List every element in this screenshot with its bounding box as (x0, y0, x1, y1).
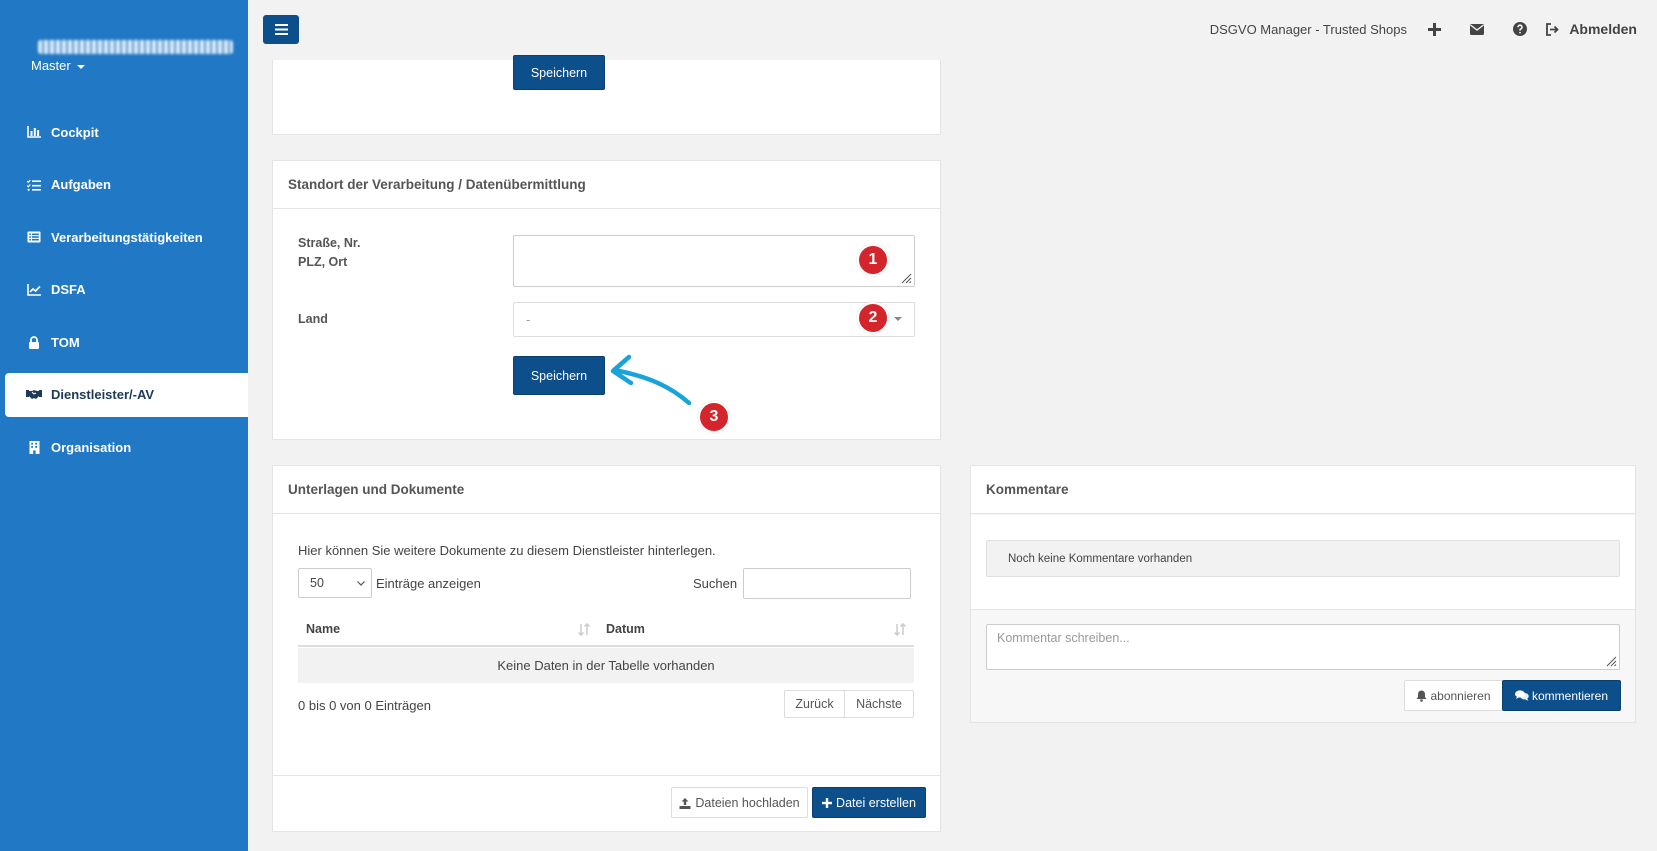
upload-files-button[interactable]: Dateien hochladen (671, 787, 808, 818)
table-info: 0 bis 0 von 0 Einträgen (298, 698, 431, 713)
save-button-top[interactable]: Speichern (513, 55, 605, 90)
bell-icon (1416, 690, 1427, 702)
chevron-down-icon (357, 581, 365, 586)
caret-down-icon (76, 64, 85, 69)
search-label: Suchen (693, 576, 738, 591)
comment-submit-button[interactable]: kommentieren (1502, 680, 1621, 711)
country-value: - (526, 312, 531, 327)
sidebar-item-label: Aufgaben (51, 177, 111, 192)
search-input[interactable] (743, 568, 911, 599)
menu-toggle-button[interactable] (263, 15, 299, 44)
no-comments-notice: Noch keine Kommentare vorhanden (986, 540, 1620, 577)
location-panel: Standort der Verarbeitung / Datenübermit… (272, 160, 941, 440)
sidebar: Master Cockpit Aufgaben Verarbeitungstät… (0, 0, 248, 851)
tasks-icon (26, 178, 42, 192)
comments-icon (1514, 690, 1529, 701)
upload-icon (679, 797, 691, 809)
resize-handle-icon[interactable] (1605, 655, 1617, 667)
divider (273, 775, 940, 776)
topbar: DSGVO Manager - Trusted Shops Abmelden (248, 0, 1657, 60)
sidebar-item-verarbeitungstaetigkeiten[interactable]: Verarbeitungstätigkeiten (0, 215, 248, 259)
address-textarea[interactable] (513, 235, 915, 287)
previous-form-panel: Speichern (272, 55, 941, 135)
documents-panel-title: Unterlagen und Dokumente (273, 466, 940, 514)
sidebar-item-label: Dienstleister/-AV (51, 387, 155, 402)
step-badge-3: 3 (698, 401, 730, 433)
sidebar-item-aufgaben[interactable]: Aufgaben (0, 163, 248, 207)
street-label: Straße, Nr. (298, 236, 361, 250)
chart-line-icon (26, 283, 42, 297)
save-location-button[interactable]: Speichern (513, 356, 605, 395)
documents-description: Hier können Sie weitere Dokumente zu die… (298, 543, 716, 558)
step-badge-1: 1 (857, 244, 889, 276)
sidebar-nav: Cockpit Aufgaben Verarbeitungstätigkeite… (0, 110, 248, 478)
subscribe-button[interactable]: abonnieren (1404, 680, 1503, 711)
page-size-value: 50 (310, 576, 324, 590)
master-label: Master (31, 58, 71, 73)
page-size-select[interactable]: 50 (298, 568, 372, 598)
location-panel-title: Standort der Verarbeitung / Datenübermit… (273, 161, 940, 209)
comments-panel-title: Kommentare (971, 466, 1635, 514)
list-alt-icon (26, 230, 42, 244)
column-name[interactable]: Name (306, 622, 340, 636)
table-header: Name Datum (298, 611, 914, 647)
country-label: Land (298, 312, 328, 326)
comment-placeholder: Kommentar schreiben... (997, 631, 1130, 645)
sign-out-icon (1546, 22, 1560, 36)
column-datum[interactable]: Datum (606, 622, 645, 636)
sidebar-item-label: DSFA (51, 282, 86, 297)
user-email-blurred (38, 40, 233, 54)
sidebar-item-label: Cockpit (51, 124, 99, 140)
caret-down-icon (894, 317, 902, 321)
step-badge-2: 2 (857, 302, 889, 334)
comment-label: kommentieren (1531, 688, 1609, 703)
resize-handle-icon[interactable] (900, 272, 912, 284)
sort-icon[interactable] (894, 623, 906, 636)
prev-page-button[interactable]: Zurück (784, 690, 845, 718)
sidebar-item-organisation[interactable]: Organisation (0, 425, 248, 469)
hamburger-icon (274, 24, 288, 35)
building-icon (26, 440, 42, 454)
create-file-button[interactable]: Datei erstellen (812, 787, 926, 818)
master-dropdown[interactable]: Master (31, 58, 85, 73)
logout-label: Abmelden (1569, 21, 1637, 37)
handshake-icon (26, 388, 42, 402)
lock-icon (26, 335, 42, 349)
sidebar-item-cockpit[interactable]: Cockpit (0, 110, 248, 154)
sidebar-item-label: Organisation (51, 439, 132, 455)
sidebar-item-dsfa[interactable]: DSFA (0, 268, 248, 312)
plus-icon[interactable] (1425, 20, 1443, 38)
upload-label: Dateien hochladen (695, 795, 800, 810)
chart-bar-icon (26, 125, 42, 139)
envelope-icon[interactable] (1468, 20, 1486, 38)
next-page-button[interactable]: Nächste (844, 690, 914, 718)
documents-panel: Unterlagen und Dokumente Hier können Sie… (272, 465, 941, 832)
show-entries-label: Einträge anzeigen (376, 576, 481, 591)
pointer-arrow-icon (610, 354, 692, 405)
sidebar-item-dienstleister[interactable]: Dienstleister/-AV (5, 372, 248, 417)
sidebar-item-tom[interactable]: TOM (0, 320, 248, 364)
logout-button[interactable]: Abmelden (1545, 21, 1637, 37)
sort-icon[interactable] (578, 623, 590, 636)
sidebar-item-label: Verarbeitungstätigkeiten (51, 229, 203, 245)
create-label: Datei erstellen (836, 795, 916, 810)
country-select[interactable]: - (513, 302, 915, 337)
app-title[interactable]: DSGVO Manager - Trusted Shops (1210, 22, 1407, 37)
sidebar-item-label: TOM (51, 334, 80, 350)
question-circle-icon[interactable] (1511, 20, 1529, 38)
comments-panel: Kommentare Noch keine Kommentare vorhand… (970, 465, 1636, 723)
comments-list: Noch keine Kommentare vorhanden (971, 515, 1635, 610)
zip-city-label: PLZ, Ort (298, 255, 348, 269)
plus-icon (822, 797, 833, 808)
comment-textarea[interactable]: Kommentar schreiben... (986, 624, 1620, 670)
table-empty-row: Keine Daten in der Tabelle vorhanden (298, 648, 914, 683)
subscribe-label: abonnieren (1430, 688, 1491, 703)
